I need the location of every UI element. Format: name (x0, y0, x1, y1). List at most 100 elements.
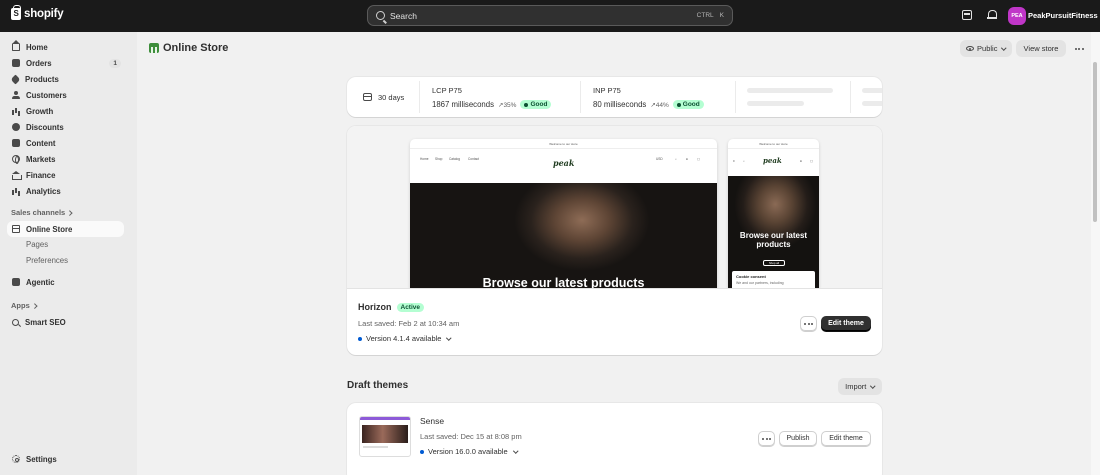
sidebar-item-finance[interactable]: Finance (7, 167, 124, 183)
draft-version-label: Version 16.0.0 available (428, 447, 508, 456)
preview-nav-home: Home (420, 157, 429, 161)
sidebar-item-analytics[interactable]: Analytics (7, 183, 124, 199)
sidebar-item-label: Finance (26, 170, 56, 180)
online-store-icon (149, 43, 159, 53)
edit-theme-button[interactable]: Edit theme (821, 316, 871, 331)
sidebar-item-label: Discounts (26, 122, 64, 132)
preview-shop-all-button: Shop all (763, 260, 785, 266)
more-icon (804, 322, 813, 325)
page-title-text: Online Store (163, 42, 229, 54)
sidebar-item-content[interactable]: Content (7, 135, 124, 151)
orders-count-badge: 1 (109, 58, 121, 68)
content-icon (12, 139, 20, 147)
bank-icon (12, 171, 22, 180)
sidebar-item-markets[interactable]: Markets (7, 151, 124, 167)
apps-label: Apps (11, 301, 30, 310)
sidebar-item-customers[interactable]: Customers (7, 87, 124, 103)
status-dot-icon (676, 102, 681, 107)
eye-icon (966, 46, 975, 51)
discount-icon (12, 123, 20, 131)
gear-icon (12, 455, 20, 463)
sales-channels-heading[interactable]: Sales channels (11, 208, 73, 217)
preview-search-icon: ⌕ (675, 157, 677, 161)
desktop-preview: Welcome to our store Home Shop Catalog C… (410, 139, 717, 289)
import-dropdown-button[interactable]: Import (838, 378, 882, 395)
sidebar: Home Orders 1 Products Customers Growth … (0, 32, 137, 475)
preview-cookie-banner: Cookie consent We and our partners, incl… (732, 271, 815, 288)
loading-placeholder (862, 101, 882, 106)
lcp-value-row: 1867 milliseconds ↗35% Good (432, 100, 552, 109)
theme-more-actions-button[interactable] (800, 316, 817, 331)
shopify-logo[interactable]: shopify (11, 5, 64, 20)
mobile-preview: Welcome to our store ≡ ⌕ peak ● ▢ Browse… (728, 139, 819, 288)
draft-last-saved: Last saved: Dec 15 at 8:08 pm (420, 432, 522, 441)
lcp-change: ↗35% (497, 101, 517, 109)
version-available-dropdown[interactable]: Version 4.1.4 available (358, 334, 452, 343)
inp-metric[interactable]: INP P75 80 milliseconds ↗44% Good (581, 77, 735, 117)
import-label: Import (845, 382, 867, 391)
sidebar-item-home[interactable]: Home (7, 39, 124, 55)
sidebar-item-orders[interactable]: Orders 1 (7, 55, 124, 71)
bell-icon[interactable] (986, 10, 997, 20)
sidebar-item-label: Content (26, 138, 56, 148)
performance-metrics-card: 30 days LCP P75 1867 milliseconds ↗35% G… (347, 77, 882, 117)
sidebar-item-label: Growth (26, 106, 54, 116)
sidebar-item-products[interactable]: Products (7, 71, 124, 87)
agentic-icon (12, 278, 20, 286)
publish-button[interactable]: Publish (779, 431, 817, 446)
preview-currency: USD (656, 157, 663, 161)
sidebar-item-label: Smart SEO (25, 317, 66, 327)
more-actions-button[interactable] (1071, 40, 1087, 57)
chevron-right-icon (32, 303, 37, 308)
status-dot-icon (524, 102, 529, 107)
shortcut-ctrl: CTRL (696, 12, 714, 19)
sidebar-item-discounts[interactable]: Discounts (7, 119, 124, 135)
draft-theme-name: Sense (420, 416, 445, 426)
sidebar-item-growth[interactable]: Growth (7, 103, 124, 119)
date-range-selector[interactable]: 30 days (347, 77, 419, 117)
view-store-button[interactable]: View store (1016, 40, 1066, 57)
sidebar-subitem-pages[interactable]: Pages (26, 240, 48, 249)
sidebar-subitem-preferences[interactable]: Preferences (26, 256, 68, 265)
apps-heading[interactable]: Apps (11, 301, 37, 310)
draft-edit-theme-button[interactable]: Edit theme (821, 431, 871, 446)
preview-hero-image: Browse our latest products (410, 183, 717, 289)
divider (850, 81, 851, 113)
orders-icon (12, 59, 20, 67)
preview-nav-catalog: Catalog (449, 157, 460, 161)
sidebar-item-smart-seo[interactable]: Smart SEO (7, 314, 124, 330)
store-name[interactable]: PeakPursuitFitness (1028, 11, 1098, 20)
theme-preview[interactable]: Welcome to our store Home Shop Catalog C… (347, 126, 882, 289)
preview-nav-contact: Contact (468, 157, 479, 161)
search-bar[interactable]: Search CTRL K (367, 5, 733, 26)
store-switcher-icon[interactable] (962, 10, 972, 20)
draft-version-dropdown[interactable]: Version 16.0.0 available (420, 447, 518, 456)
scrollbar-thumb[interactable] (1093, 62, 1097, 222)
version-label: Version 4.1.4 available (366, 334, 442, 343)
visibility-dropdown[interactable]: Public (960, 40, 1012, 57)
person-icon (12, 91, 20, 99)
draft-more-actions-button[interactable] (758, 431, 775, 446)
sense-theme-thumbnail[interactable] (359, 416, 411, 457)
cookie-text: We and our partners, including (736, 281, 784, 285)
loading-placeholder (747, 101, 804, 106)
sidebar-item-settings[interactable]: Settings (7, 451, 124, 467)
draft-theme-card: Sense Last saved: Dec 15 at 8:08 pm Vers… (347, 403, 882, 475)
preview-menu-icon: ≡ (733, 159, 735, 163)
date-range-label: 30 days (378, 93, 405, 102)
sidebar-item-label: Analytics (26, 186, 61, 196)
announcement-bar: Welcome to our store (728, 139, 819, 149)
scrollbar[interactable] (1091, 32, 1100, 475)
chevron-down-icon (1001, 45, 1007, 50)
sidebar-item-agentic[interactable]: Agentic (7, 274, 124, 290)
inp-status-badge: Good (672, 100, 704, 109)
avatar[interactable]: PEA (1008, 7, 1026, 25)
loading-placeholder (747, 88, 833, 93)
lcp-metric[interactable]: LCP P75 1867 milliseconds ↗35% Good (420, 77, 580, 117)
shortcut-k: K (719, 12, 724, 19)
lcp-value: 1867 milliseconds (432, 100, 494, 109)
preview-nav-shop: Shop (435, 157, 443, 161)
preview-hero-heading: Browse our latest products (482, 276, 645, 289)
sidebar-item-online-store[interactable]: Online Store (7, 221, 124, 237)
announcement-bar: Welcome to our store (410, 139, 717, 149)
